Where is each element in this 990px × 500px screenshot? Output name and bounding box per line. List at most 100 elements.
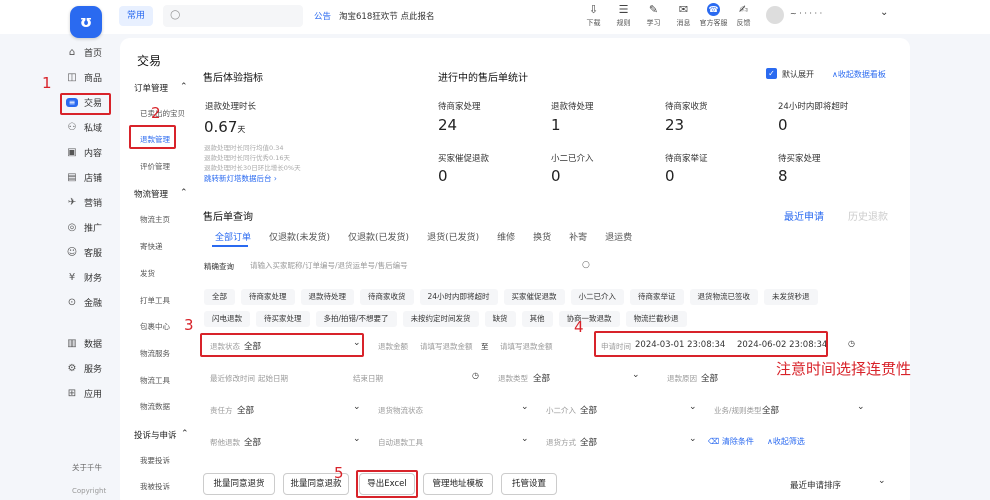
chevron-down-icon[interactable]: ⌄ <box>632 370 640 380</box>
subnav-item-ship[interactable]: 发货 <box>140 268 155 279</box>
chip[interactable]: 未按约定时间发货 <box>402 311 479 327</box>
batch-agree-return-button[interactable]: 批量同意退货 <box>203 473 275 495</box>
custody-settings-button[interactable]: 托管设置 <box>501 473 557 495</box>
chip[interactable]: 闪电退款 <box>204 311 250 327</box>
stat-value[interactable]: 0 <box>778 116 788 134</box>
collapse-dashboard-link[interactable]: ∧收起数据看板 <box>832 69 886 80</box>
chevron-down-icon[interactable]: ⌄ <box>880 7 888 18</box>
amount-max-input[interactable]: 请填写退款金额 <box>500 341 553 352</box>
chevron-up-icon[interactable]: ⌃ <box>180 188 188 198</box>
search-input[interactable]: ○ <box>163 5 303 27</box>
announcement-text[interactable]: 淘宝618狂欢节 点此报名 <box>339 12 434 22</box>
subnav-item-package[interactable]: 包裹中心 <box>140 321 170 332</box>
chevron-up-icon[interactable]: ⌃ <box>181 429 189 439</box>
address-template-button[interactable]: 管理地址模板 <box>423 473 493 495</box>
responsible-select[interactable]: 全部 <box>237 404 254 416</box>
clear-conditions-button[interactable]: ⌫ 清除条件 <box>708 436 754 447</box>
subnav-item-review[interactable]: 评价管理 <box>140 161 170 172</box>
sort-select[interactable]: 最近申请排序 <box>790 479 841 491</box>
stat-value[interactable]: 0 <box>665 167 675 185</box>
default-expand-label[interactable]: 默认展开 <box>782 69 814 80</box>
chip[interactable]: 退款待处理 <box>300 289 354 305</box>
lighthouse-link[interactable]: 跳转新灯塔数据后台 › <box>204 173 277 184</box>
start-date-input[interactable]: 起始日期 <box>258 373 288 384</box>
nav-item-finance[interactable]: ¥ 财务 <box>58 265 118 290</box>
subnav-item-logistics-data[interactable]: 物流数据 <box>140 401 170 412</box>
precise-query-input[interactable]: 请输入买家昵称/订单编号/退货运单号/售后编号 <box>250 257 600 275</box>
calendar-icon[interactable]: ◷ <box>848 339 855 348</box>
chip[interactable]: 待买家处理 <box>256 311 310 327</box>
subnav-item-sold[interactable]: 已卖出的宝贝 <box>140 108 185 119</box>
history-refund-tab[interactable]: 历史退款 <box>848 208 888 223</box>
amount-min-input[interactable]: 请填写退款金额 <box>420 341 473 352</box>
subnav-item-logistics-tools[interactable]: 物流工具 <box>140 375 170 386</box>
nav-item-services[interactable]: ⚙ 服务 <box>58 356 118 381</box>
collapse-filter-button[interactable]: ∧收起筛选 <box>767 436 805 447</box>
tab-all-orders[interactable]: 全部订单 <box>215 230 251 243</box>
chevron-down-icon[interactable]: ⌄ <box>521 434 529 444</box>
business-type-select[interactable]: 全部 <box>762 404 779 416</box>
chip[interactable]: 退货物流已签收 <box>689 289 759 305</box>
download-tool[interactable]: ⇩ 下载 <box>578 3 609 28</box>
nav-item-service[interactable]: ☺ 客服 <box>58 240 118 265</box>
announcement[interactable]: 公告 淘宝618狂欢节 点此报名 <box>314 10 434 22</box>
chevron-down-icon[interactable]: ⌄ <box>521 402 529 412</box>
chip[interactable]: 其他 <box>521 311 553 327</box>
chip[interactable]: 协商一致退款 <box>558 311 620 327</box>
chip[interactable]: 物流拦截秒退 <box>625 311 687 327</box>
about-link[interactable]: 关于千牛 <box>72 462 102 473</box>
chip[interactable]: 未发货秒退 <box>764 289 818 305</box>
return-method-select[interactable]: 全部 <box>580 436 597 448</box>
subnav-item-logistics-home[interactable]: 物流主页 <box>140 214 170 225</box>
chip[interactable]: 缺货 <box>484 311 516 327</box>
nav-item-data[interactable]: ▥ 数据 <box>58 331 118 356</box>
nav-item-goods[interactable]: ◫ 商品 <box>58 65 118 90</box>
chevron-down-icon[interactable]: ⌄ <box>857 402 865 412</box>
subnav-group-complaint[interactable]: 投诉与申诉 <box>134 429 177 441</box>
chevron-down-icon[interactable]: ⌄ <box>353 434 361 444</box>
frequent-button[interactable]: 常用 <box>119 6 153 26</box>
help-refund-select[interactable]: 全部 <box>244 436 261 448</box>
subnav-item-complain[interactable]: 我要投诉 <box>140 455 170 466</box>
calendar-icon[interactable]: ◷ <box>472 371 479 380</box>
subnav-item-send[interactable]: 寄快递 <box>140 241 163 252</box>
tab-exchange[interactable]: 换货 <box>533 230 551 243</box>
chip[interactable]: 多拍/拍错/不想要了 <box>315 311 397 327</box>
avatar[interactable] <box>766 6 784 24</box>
chevron-down-icon[interactable]: ⌄ <box>689 434 697 444</box>
stat-value[interactable]: 23 <box>665 116 684 134</box>
nav-item-marketing[interactable]: ✈ 营销 <box>58 190 118 215</box>
nav-item-home[interactable]: ⌂ 首页 <box>58 40 118 65</box>
subnav-group-logistics[interactable]: 物流管理 <box>134 188 168 200</box>
learn-tool[interactable]: ✎ 学习 <box>638 3 669 28</box>
chevron-up-icon[interactable]: ⌃ <box>180 82 188 92</box>
search-icon[interactable]: ○ <box>582 260 590 270</box>
xiaoer-select[interactable]: 全部 <box>580 404 597 416</box>
stat-value[interactable]: 8 <box>778 167 788 185</box>
tab-refund-shipped[interactable]: 仅退款(已发货) <box>348 230 409 243</box>
chip[interactable]: 全部 <box>204 289 235 305</box>
nav-item-content[interactable]: ▣ 内容 <box>58 140 118 165</box>
tab-resend[interactable]: 补寄 <box>569 230 587 243</box>
stat-value[interactable]: 0 <box>551 167 561 185</box>
tab-return-shipped[interactable]: 退货(已发货) <box>427 230 479 243</box>
chevron-down-icon[interactable]: ⌄ <box>353 402 361 412</box>
chevron-down-icon[interactable]: ⌄ <box>878 476 886 486</box>
feedback-tool[interactable]: ✍ 反馈 <box>728 3 759 28</box>
chip[interactable]: 待商家收货 <box>360 289 414 305</box>
refund-reason-select[interactable]: 全部 <box>701 372 718 384</box>
tab-return-freight[interactable]: 退运费 <box>605 230 632 243</box>
subnav-item-print[interactable]: 打单工具 <box>140 295 170 306</box>
subnav-item-logistics-service[interactable]: 物流服务 <box>140 348 170 359</box>
subnav-group-order[interactable]: 订单管理 <box>134 82 168 94</box>
user-name[interactable]: ~ · · · · · <box>790 9 822 18</box>
stat-value[interactable]: 1 <box>551 116 561 134</box>
message-tool[interactable]: ✉ 消息 <box>668 3 699 28</box>
nav-item-private[interactable]: ⚇ 私域 <box>58 115 118 140</box>
subnav-item-complained[interactable]: 我被投诉 <box>140 481 170 492</box>
recent-apply-tab[interactable]: 最近申请 <box>784 208 824 223</box>
customer-service-tool[interactable]: ☎ 官方客服 <box>698 3 729 28</box>
nav-item-promote[interactable]: ◎ 推广 <box>58 215 118 240</box>
nav-item-loan[interactable]: ⊙ 金融 <box>58 290 118 315</box>
end-date-input[interactable]: 结束日期 <box>353 373 383 384</box>
